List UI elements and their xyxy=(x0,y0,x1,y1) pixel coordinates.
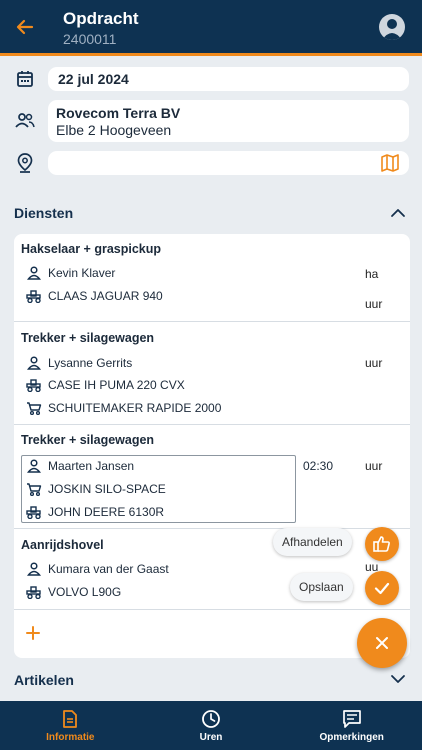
machine-name: CASE IH PUMA 220 CVX xyxy=(48,378,185,392)
chevron-up-icon[interactable] xyxy=(390,205,406,221)
machine-row: CLAAS JAGUAR 940 xyxy=(26,287,163,305)
save-label[interactable]: Opslaan xyxy=(290,573,353,601)
location-field[interactable] xyxy=(48,151,409,175)
person-icon xyxy=(26,356,42,370)
complete-label[interactable]: Afhandelen xyxy=(273,528,352,556)
tractor-icon xyxy=(26,289,42,303)
tractor-icon xyxy=(26,585,42,599)
person-icon xyxy=(26,562,42,576)
unit-hours: uur xyxy=(365,459,383,473)
employee-row: Kumara van der Gaast xyxy=(26,560,169,578)
employee-row: Lysanne Gerrits xyxy=(26,354,132,372)
add-service-button[interactable] xyxy=(25,625,41,641)
bottom-navigation: Informatie Uren Opmerkingen xyxy=(0,701,422,750)
employee-row: Kevin Klaver xyxy=(26,264,115,282)
app-header: Opdracht 2400011 xyxy=(0,0,422,56)
page-title: Opdracht xyxy=(63,9,139,28)
close-actions-button[interactable] xyxy=(357,618,407,668)
service-title: Trekker + silagewagen xyxy=(21,331,155,345)
employee-name: Maarten Jansen xyxy=(48,459,135,473)
employee-name: Lysanne Gerrits xyxy=(48,356,133,370)
machine-row: CASE IH PUMA 220 CVX xyxy=(26,376,185,394)
machine-name: VOLVO L90G xyxy=(48,585,122,599)
machine-row: VOLVO L90G xyxy=(26,583,121,601)
articles-section-title: Artikelen xyxy=(14,672,74,688)
employee-name: Kumara van der Gaast xyxy=(48,562,169,576)
employee-name: Kevin Klaver xyxy=(48,266,116,280)
tab-uren[interactable]: Uren xyxy=(141,701,282,750)
machine-row: JOHN DEERE 6130R xyxy=(26,503,164,521)
service-title: Trekker + silagewagen xyxy=(21,433,155,447)
service-group[interactable]: Hakselaar + graspickup Kevin Klaver CLAA… xyxy=(14,234,410,322)
document-icon xyxy=(63,709,78,728)
location-pin-icon xyxy=(14,152,36,174)
person-icon xyxy=(26,459,42,473)
close-icon xyxy=(376,637,388,649)
map-icon[interactable] xyxy=(381,154,399,177)
thumbs-up-icon xyxy=(373,536,390,552)
customer-address: Elbe 2 Hoogeveen xyxy=(56,122,172,138)
date-field[interactable]: 22 jul 2024 xyxy=(48,67,409,91)
order-number: 2400011 xyxy=(63,31,117,47)
service-group[interactable]: Trekker + silagewagen Lysanne Gerrits CA… xyxy=(14,322,410,425)
customer-name: Rovecom Terra BV xyxy=(56,105,181,121)
comment-icon xyxy=(342,709,361,728)
service-title: Hakselaar + graspickup xyxy=(21,242,162,256)
complete-button[interactable] xyxy=(365,527,399,561)
unit-ha: ha xyxy=(365,267,379,281)
avatar[interactable] xyxy=(379,14,405,40)
trailer-row: JOSKIN SILO-SPACE xyxy=(26,480,166,498)
tab-label: Opmerkingen xyxy=(319,731,384,743)
tab-label: Uren xyxy=(199,731,223,743)
hours-value[interactable]: 02:30 xyxy=(303,459,333,473)
trailer-row: SCHUITEMAKER RAPIDE 2000 xyxy=(26,399,221,417)
save-button[interactable] xyxy=(365,571,399,605)
tab-opmerkingen[interactable]: Opmerkingen xyxy=(281,701,422,750)
machine-name: JOHN DEERE 6130R xyxy=(48,505,165,519)
machine-name: CLAAS JAGUAR 940 xyxy=(48,289,163,303)
tractor-icon xyxy=(26,378,42,392)
person-icon xyxy=(26,266,42,280)
user-avatar-icon xyxy=(382,19,402,40)
tab-label: Informatie xyxy=(46,731,95,743)
services-section-title: Diensten xyxy=(14,205,74,221)
arrow-left-icon xyxy=(16,19,34,35)
service-group[interactable]: Trekker + silagewagen Maarten Jansen JOS… xyxy=(14,425,410,529)
people-icon xyxy=(14,110,36,132)
cart-icon xyxy=(26,401,42,415)
chevron-down-icon[interactable] xyxy=(390,671,406,687)
check-icon xyxy=(374,582,390,595)
employee-row: Maarten Jansen xyxy=(26,457,134,475)
tractor-icon xyxy=(26,505,42,519)
trailer-name: SCHUITEMAKER RAPIDE 2000 xyxy=(48,401,222,415)
cart-icon xyxy=(26,482,42,496)
clock-icon xyxy=(202,709,220,728)
customer-field[interactable]: Rovecom Terra BV Elbe 2 Hoogeveen xyxy=(48,100,409,142)
back-button[interactable] xyxy=(12,14,38,40)
trailer-name: JOSKIN SILO-SPACE xyxy=(48,482,166,496)
unit-hours: uur xyxy=(365,297,383,311)
service-title: Aanrijdshovel xyxy=(21,538,104,552)
tab-informatie[interactable]: Informatie xyxy=(0,701,141,750)
unit-hours: uur xyxy=(365,356,383,370)
calendar-icon xyxy=(14,68,36,90)
